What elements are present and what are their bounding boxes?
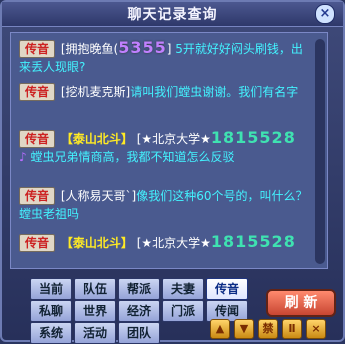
channel-tag: 传音 [19,130,56,148]
pause-icon[interactable]: Ⅱ [282,319,302,339]
scrollbar[interactable] [315,39,325,264]
faction-name: 【泰山北斗】 [60,236,133,250]
channel-tag: 传音 [19,187,56,205]
player-number: 1815528 [210,232,296,251]
chat-message: 传音 [挖机麦克斯]请叫我们螳虫谢谢。我们有名字 [19,83,309,101]
tab-group[interactable]: 团队 [118,322,160,344]
tab-transmission[interactable]: 传音 [206,278,248,300]
channel-tag: 传音 [19,40,56,58]
tab-sect[interactable]: 门派 [162,300,204,322]
faction-name: 【泰山北斗】 [60,132,133,146]
player-number: 1815528 [210,128,296,147]
chat-record-window: 聊天记录查询 × 传音 [拥抱晚鱼(5355] 5开就好好闷头刷钱，出来丢人现眼… [0,0,345,344]
tab-team[interactable]: 队伍 [74,278,116,300]
sender-name: [挖机麦克斯] [60,85,131,99]
close-icon[interactable]: × [315,4,335,24]
tab-economy[interactable]: 经济 [118,300,160,322]
tab-private[interactable]: 私聊 [30,300,72,322]
message-text: 螳虫兄弟情商高，我都不知道怎么反驳 [30,150,235,164]
forbid-icon[interactable]: 禁 [258,319,278,339]
message-text: 请叫我们螳虫谢谢。我们有名字 [130,85,299,99]
channel-tag: 传音 [19,83,56,101]
chat-message: 传音 [人称易天哥`]像我们这种60个号的，叫什么？螳虫老祖吗 [19,187,309,223]
chat-message: 传音 【泰山北斗】 [★北京大学★1815528 [19,233,309,252]
tab-system[interactable]: 系统 [30,322,72,344]
tab-couple[interactable]: 夫妻 [162,278,204,300]
up-arrow-icon[interactable]: ▲ [210,319,230,339]
tab-world[interactable]: 世界 [74,300,116,322]
sender-name: [★北京大学★ [136,236,211,250]
sender-name: [人称易天哥`] [60,189,137,203]
chat-log[interactable]: 传音 [拥抱晚鱼(5355] 5开就好好闷头刷钱，出来丢人现眼? 传音 [挖机麦… [10,32,328,269]
tab-guild[interactable]: 帮派 [118,278,160,300]
sender-name: [★北京大学★ [136,132,211,146]
tab-current[interactable]: 当前 [30,278,72,300]
sender-name-end: ] [166,42,172,56]
chat-message: 传音 [拥抱晚鱼(5355] 5开就好好闷头刷钱，出来丢人现眼? [19,39,309,76]
emoji-icon: ♪ [19,150,27,164]
title-bar: 聊天记录查询 × [2,2,343,27]
sender-name: [拥抱晚鱼( [60,42,119,56]
channel-tag: 传音 [19,234,56,252]
chat-message: 传音 【泰山北斗】 [★北京大学★1815528 ♪ 螳虫兄弟情商高，我都不知道… [19,129,309,166]
window-title: 聊天记录查询 [127,7,218,23]
down-arrow-icon[interactable]: ▼ [234,319,254,339]
player-number: 5355 [118,38,167,57]
tab-activity[interactable]: 活动 [74,322,116,344]
refresh-button[interactable]: 刷 新 [266,289,336,317]
close-icon[interactable]: × [306,319,326,339]
